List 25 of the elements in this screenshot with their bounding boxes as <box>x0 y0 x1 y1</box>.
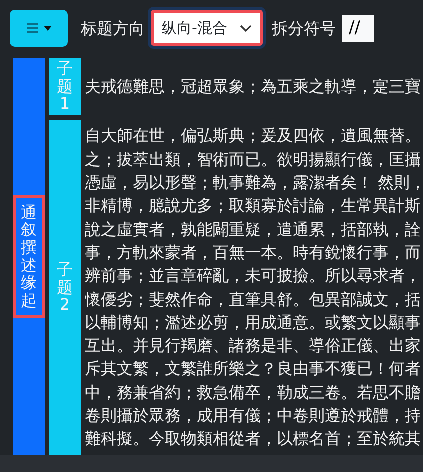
text-line: 非精博，臆說尤多；取類寡於討論，生常異計斯 <box>85 195 421 218</box>
text-line: 事，方軌來蒙者，百無一本。時有銳懷行事，而 <box>85 242 421 264</box>
menu-icon <box>26 23 38 33</box>
separator-field[interactable]: // <box>342 14 374 42</box>
text-line: 卷則攝於眾務，成用有儀；中卷則遵於戒體，持 <box>85 404 421 427</box>
text-line: 難科擬。今取物類相從者，以標名首；至於統其 <box>85 428 421 450</box>
text-line: 之；拔萃出類，智術而已。欲明揚顯行儀，匡攝 <box>85 148 421 171</box>
text-line: 說之虛實者，孰能闢重疑，遣通累，括部執，詮 <box>85 218 421 241</box>
text-line: 以輔博知；濫述必剪，用成通意。或繁文以顯事 <box>85 312 421 334</box>
text-line: 自大師在世，偏弘斯典；爰及四依，遺風無替。 <box>85 125 421 148</box>
section-title: 通叙撰述缘起 <box>13 194 45 318</box>
text-line: 互出。并見行羯磨、諸務是非、導俗正儀、出家 <box>85 335 421 358</box>
title-direction-select[interactable]: 纵向-混合 <box>151 10 263 46</box>
separator-label: 拆分符号 <box>272 18 336 40</box>
title-direction-label: 标题方向 <box>81 18 145 40</box>
text-line: 辨前事；並言章碎亂，未可披撿。所以尋求者， <box>85 265 421 288</box>
text-line: 中，務兼省約；救急備卒，勒成三卷。若思不贍 <box>85 382 421 404</box>
caret-icon <box>44 26 52 30</box>
menu-button[interactable] <box>10 10 68 46</box>
text-line: 夫戒德難思，冠超眾象；為五乘之軌導，寔三寶 <box>85 76 421 98</box>
subtitle-label: 子题2 <box>49 120 81 455</box>
subtitle-label: 子题1 <box>49 58 81 115</box>
chevron-down-icon <box>240 24 252 32</box>
text-line: 憑虛，易以形聲；軌事難為，露潔者矣！ 然則， <box>85 172 423 194</box>
text-line: 斥其文繁，文繁誰所樂之？良由事不獲已！何者 <box>85 358 421 380</box>
